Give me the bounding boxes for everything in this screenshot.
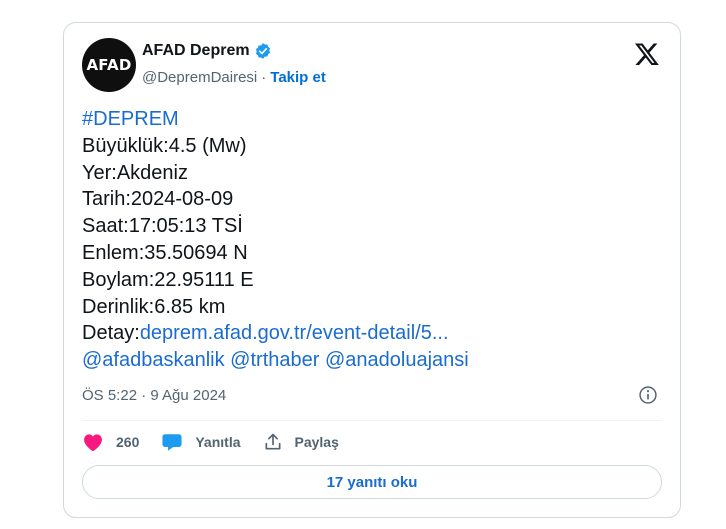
latitude-line: Enlem:35.50694 N: [82, 241, 248, 264]
mention-link[interactable]: @anadoluajansi: [325, 349, 469, 371]
tweet-card: AFAD AFAD Deprem @DepremDairesi · Takip …: [63, 22, 681, 518]
handle-separator: ·: [261, 69, 267, 86]
follow-button[interactable]: Takip et: [270, 69, 326, 86]
depth-line: Derinlik:6.85 km: [82, 295, 226, 318]
share-icon: [265, 433, 280, 450]
read-replies-label: 17 yanıtı oku: [326, 473, 418, 491]
detail-link[interactable]: deprem.afad.gov.tr/event-detail/5...: [140, 322, 449, 344]
date-line: Tarih:2024-08-09: [82, 188, 234, 211]
longitude-line: Boylam:22.95111 E: [82, 268, 254, 291]
divider: [82, 420, 662, 421]
author-name-row: AFAD Deprem: [142, 42, 272, 60]
detail-prefix: Detay:: [82, 322, 140, 345]
action-bar: 260 Yanıtla Paylaş: [82, 431, 361, 453]
magnitude-line: Büyüklük:4.5 (Mw): [82, 134, 247, 157]
mention-link[interactable]: @trthaber: [230, 349, 319, 371]
avatar[interactable]: AFAD: [82, 38, 136, 92]
mention-link[interactable]: @afadbaskanlik: [82, 349, 225, 371]
like-button[interactable]: 260: [82, 432, 139, 452]
reply-bubble-icon: [162, 434, 182, 451]
avatar-text: AFAD: [86, 56, 132, 74]
location-line: Yer:Akdeniz: [82, 161, 188, 184]
reply-label: Yanıtla: [195, 434, 241, 450]
verified-badge-icon: [255, 43, 270, 59]
hashtag-link[interactable]: #DEPREM: [82, 108, 179, 130]
read-replies-button[interactable]: 17 yanıtı oku: [82, 465, 662, 499]
author-handle[interactable]: @DepremDairesi: [142, 69, 257, 86]
info-icon[interactable]: [638, 385, 658, 405]
like-count: 260: [116, 434, 140, 450]
heart-icon: [84, 434, 102, 452]
x-logo-icon[interactable]: [634, 41, 660, 67]
author-name[interactable]: AFAD Deprem: [142, 42, 250, 60]
tweet-timestamp[interactable]: ÖS 5:22 · 9 Ağu 2024: [82, 387, 226, 404]
share-label: Paylaş: [294, 434, 339, 450]
share-button[interactable]: Paylaş: [263, 432, 339, 452]
tweet-text: #DEPREM Büyüklük:4.5 (Mw) Yer:Akdeniz Ta…: [82, 106, 662, 374]
reply-button[interactable]: Yanıtla: [161, 432, 241, 452]
time-line: Saat:17:05:13 TSİ: [82, 215, 243, 238]
author-handle-row: @DepremDairesi · Takip et: [142, 69, 326, 86]
